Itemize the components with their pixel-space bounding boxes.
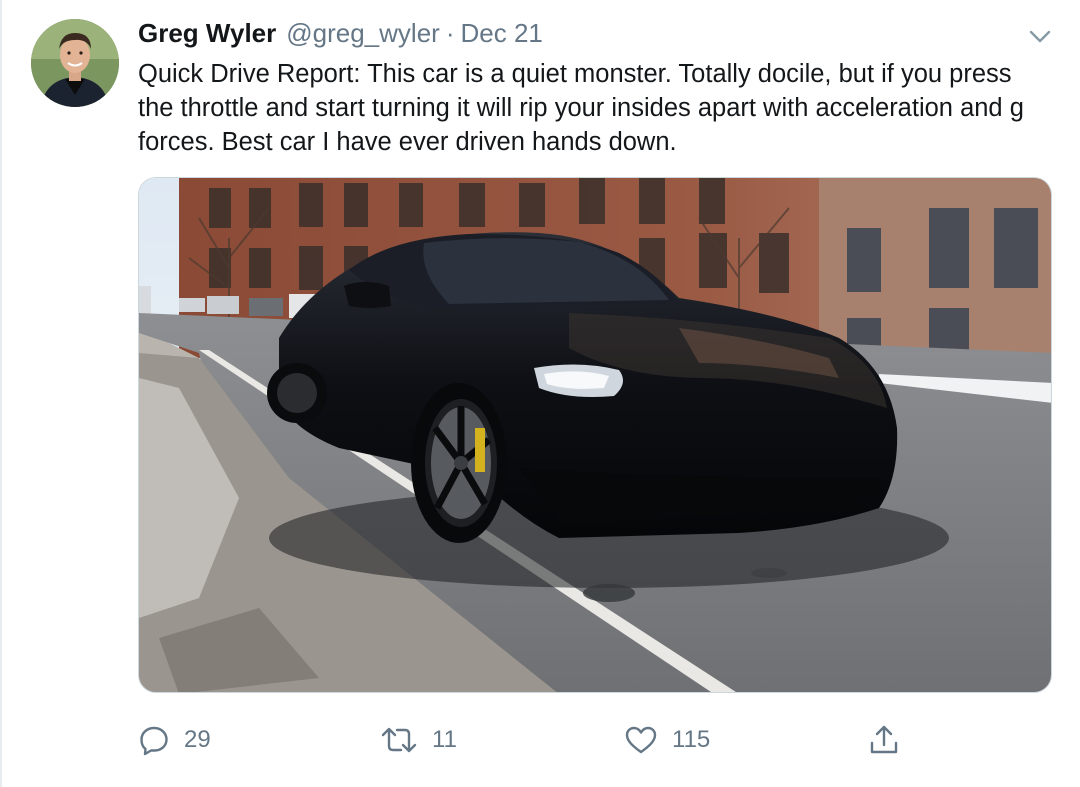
- share-icon: [867, 723, 901, 757]
- chevron-down-icon[interactable]: [1026, 24, 1054, 48]
- author-display-name[interactable]: Greg Wyler: [138, 18, 276, 49]
- tweet-text: Quick Drive Report: This car is a quiet …: [138, 60, 1031, 156]
- author-handle[interactable]: @greg_wyler: [286, 18, 440, 48]
- photo-of-black-sports-car: [139, 178, 1051, 692]
- retweet-button[interactable]: 11: [380, 716, 457, 764]
- reply-count: 29: [184, 726, 211, 753]
- meta-separator: ·: [445, 18, 455, 48]
- like-button[interactable]: 115: [624, 716, 710, 764]
- tweet-actions: 29 11 115: [0, 716, 1080, 764]
- timeline-border: [0, 0, 2, 787]
- avatar[interactable]: [31, 19, 119, 107]
- reply-icon: [138, 724, 170, 756]
- like-icon: [624, 724, 658, 756]
- tweet[interactable]: Greg Wyler @greg_wyler · Dec 21 Quick Driv…: [0, 0, 1080, 787]
- tweet-header: Greg Wyler @greg_wyler · Dec 21: [138, 18, 543, 54]
- reply-button[interactable]: 29: [138, 716, 211, 764]
- tweet-photo[interactable]: [138, 177, 1052, 693]
- share-button[interactable]: [867, 716, 901, 764]
- like-count: 115: [672, 726, 711, 753]
- tweet-date[interactable]: Dec 21: [460, 18, 542, 48]
- retweet-count: 11: [432, 726, 457, 753]
- author-meta: @greg_wyler · Dec 21: [286, 18, 543, 49]
- retweet-icon: [380, 724, 418, 756]
